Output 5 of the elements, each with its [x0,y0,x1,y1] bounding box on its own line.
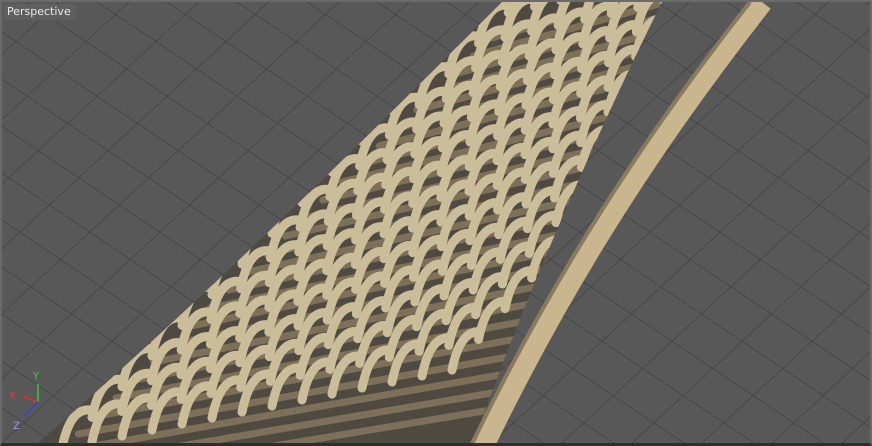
3d-viewport[interactable]: Perspective X Y Z [0,0,872,446]
view-label[interactable]: Perspective [4,4,76,20]
x-axis-label: X [9,392,16,402]
y-axis-label: Y [33,372,40,382]
z-axis-label: Z [13,422,20,432]
